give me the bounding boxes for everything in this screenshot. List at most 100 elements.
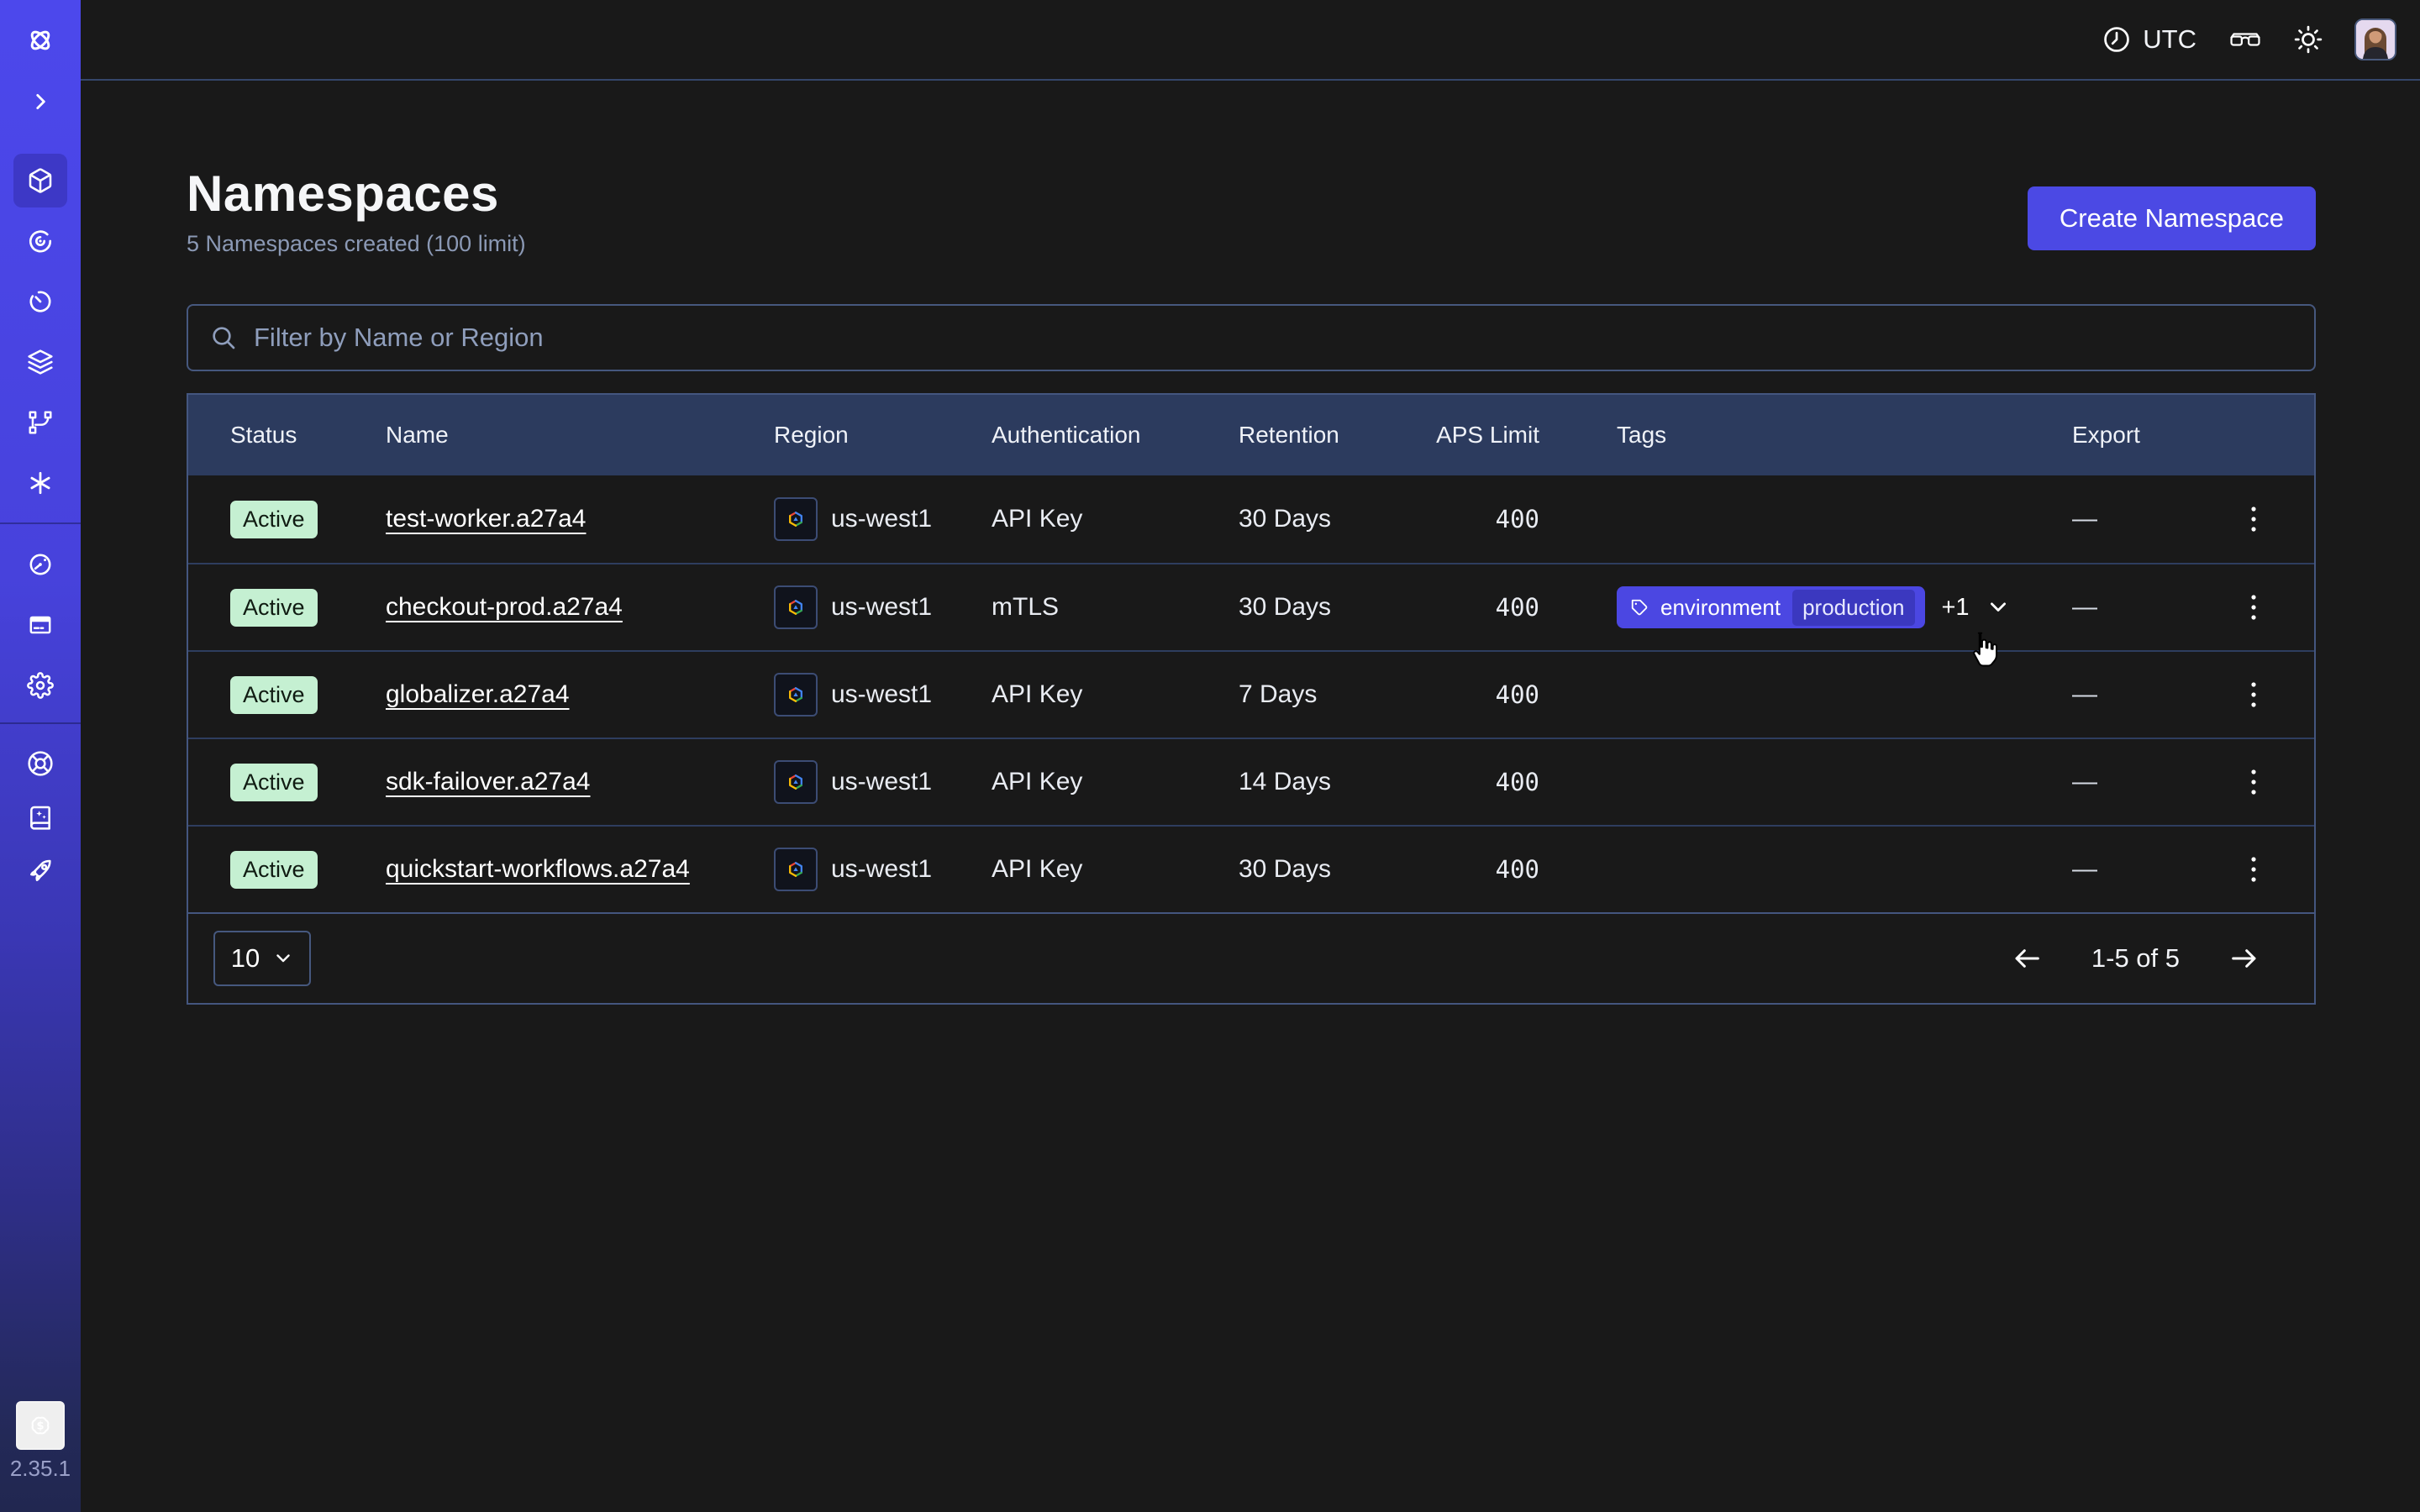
sidebar: $ 2.35.1 [0, 0, 81, 1512]
sidebar-item-asterisk[interactable] [13, 456, 67, 510]
row-menu-button[interactable] [2237, 759, 2270, 806]
filter-bar [187, 304, 2316, 371]
table-row: Active checkout-prod.a27a4 us-west1 mTLS… [188, 563, 2314, 650]
col-authentication: Authentication [992, 422, 1239, 449]
billing-card-icon [27, 612, 54, 638]
rocket-icon [27, 858, 54, 885]
namespace-count-subtitle: 5 Namespaces created (100 limit) [187, 231, 2316, 257]
status-badge: Active [230, 851, 318, 889]
sidebar-item-docs[interactable] [13, 790, 67, 844]
status-badge: Active [230, 764, 318, 801]
export-cell: — [2072, 855, 2097, 884]
chevron-down-icon [273, 948, 293, 969]
aps-limit-cell: 400 [1496, 593, 1539, 622]
gauge-icon [27, 551, 54, 578]
pagination-bar: 10 1-5 of 5 [188, 912, 2314, 1003]
page-title: Namespaces [187, 165, 2316, 223]
row-menu-button[interactable] [2237, 496, 2270, 543]
region-label: us-west1 [831, 593, 932, 622]
create-namespace-button[interactable]: Create Namespace [2028, 186, 2316, 250]
export-cell: — [2072, 505, 2097, 533]
gcp-cloud-icon [774, 585, 818, 629]
col-name: Name [386, 422, 774, 449]
timer-icon [27, 288, 54, 315]
sidebar-item-branch[interactable] [13, 396, 67, 449]
aps-limit-cell: 400 [1496, 768, 1539, 796]
layers-icon [27, 349, 54, 375]
page-size-value: 10 [231, 943, 260, 974]
table-row: Active test-worker.a27a4 us-west1 API Ke… [188, 475, 2314, 563]
filter-input[interactable] [254, 323, 2292, 353]
arrow-right-icon [2228, 945, 2260, 972]
auth-cell: API Key [992, 768, 1239, 796]
auth-cell: API Key [992, 855, 1239, 884]
sidebar-item-usage[interactable] [13, 538, 67, 591]
gcp-cloud-icon [774, 497, 818, 541]
sidebar-item-support[interactable] [13, 737, 67, 790]
col-tags: Tags [1566, 422, 2020, 449]
table-row: Active quickstart-workflows.a27a4 us-wes… [188, 825, 2314, 912]
main-content: Namespaces 5 Namespaces created (100 lim… [81, 82, 2420, 1512]
clock-icon [2102, 25, 2131, 54]
sidebar-item-billing[interactable] [13, 598, 67, 652]
status-badge: Active [230, 676, 318, 714]
sidebar-expand-chevron-icon[interactable] [13, 75, 67, 129]
aps-limit-cell: 400 [1496, 680, 1539, 709]
theme-toggle[interactable] [2294, 25, 2323, 54]
sidebar-item-layers[interactable] [13, 335, 67, 389]
sidebar-divider [0, 722, 81, 724]
col-export: Export [2020, 422, 2314, 449]
namespace-link[interactable]: test-worker.a27a4 [386, 505, 586, 533]
export-cell: — [2072, 680, 2097, 709]
export-cell: — [2072, 768, 2097, 796]
auth-cell: API Key [992, 505, 1239, 533]
labs-toggle[interactable] [2228, 27, 2262, 52]
cube-icon [27, 167, 54, 194]
sidebar-item-spiral[interactable] [13, 214, 67, 268]
arrow-left-icon [2011, 945, 2043, 972]
user-avatar[interactable] [2354, 18, 2396, 60]
next-page-button[interactable] [2228, 945, 2260, 972]
sidebar-item-namespaces[interactable] [13, 154, 67, 207]
retention-cell: 30 Days [1239, 855, 1432, 884]
search-icon [210, 324, 237, 351]
namespace-link[interactable]: quickstart-workflows.a27a4 [386, 855, 690, 883]
retention-cell: 30 Days [1239, 505, 1432, 533]
gear-icon [27, 672, 54, 699]
col-status: Status [188, 422, 386, 449]
row-menu-button[interactable] [2237, 846, 2270, 893]
namespace-link[interactable]: checkout-prod.a27a4 [386, 593, 623, 621]
namespace-link[interactable]: sdk-failover.a27a4 [386, 768, 591, 795]
auth-cell: mTLS [992, 593, 1239, 622]
spiral-icon [27, 228, 54, 255]
page-size-select[interactable]: 10 [213, 931, 311, 986]
row-menu-button[interactable] [2237, 584, 2270, 631]
timezone-label: UTC [2143, 24, 2196, 55]
tag-pill[interactable]: environment production [1617, 586, 1925, 628]
aps-limit-cell: 400 [1496, 855, 1539, 884]
sidebar-item-settings[interactable] [13, 659, 67, 712]
retention-cell: 7 Days [1239, 680, 1432, 709]
col-region: Region [774, 422, 992, 449]
topbar: UTC [81, 0, 2420, 81]
region-label: us-west1 [831, 505, 932, 533]
temporal-logo-icon[interactable] [13, 13, 67, 67]
git-branch-icon [27, 409, 54, 436]
sidebar-item-timer[interactable] [13, 275, 67, 328]
plan-billing-badge-button[interactable]: $ [16, 1401, 65, 1450]
glasses-icon [2228, 27, 2262, 52]
timezone-selector[interactable]: UTC [2102, 24, 2196, 55]
svg-text:$: $ [36, 1420, 44, 1433]
sidebar-item-getting-started[interactable] [13, 844, 67, 898]
region-label: us-west1 [831, 855, 932, 884]
row-menu-button[interactable] [2237, 671, 2270, 718]
gcp-cloud-icon [774, 760, 818, 804]
auth-cell: API Key [992, 680, 1239, 709]
namespace-link[interactable]: globalizer.a27a4 [386, 680, 570, 708]
tag-key: environment [1660, 595, 1781, 621]
tags-expand-chevron-icon[interactable] [1986, 596, 2010, 619]
gcp-cloud-icon [774, 673, 818, 717]
aps-limit-cell: 400 [1496, 505, 1539, 533]
prev-page-button[interactable] [2011, 945, 2043, 972]
tags-cell: environment production +1 [1566, 586, 2020, 628]
